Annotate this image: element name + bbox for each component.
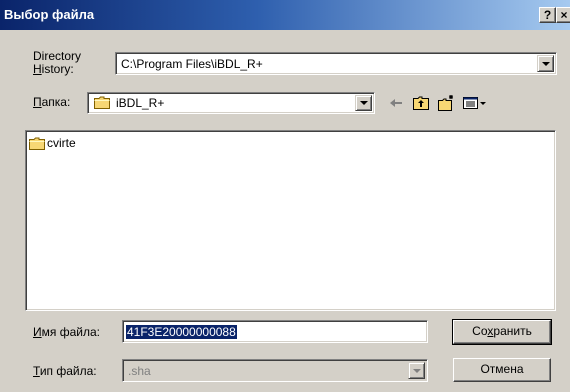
list-item-label: cvirte (47, 136, 76, 150)
directory-history-value: C:\Program Files\iBDL_R+ (121, 57, 263, 71)
view-menu-icon[interactable] (462, 94, 488, 112)
new-folder-icon[interactable] (437, 94, 455, 112)
file-list[interactable]: cvirte (25, 130, 556, 311)
cancel-label: Отмена (480, 362, 524, 376)
window-title: Выбор файла (4, 7, 95, 22)
directory-history-label-rest: istory: (41, 62, 74, 76)
directory-history-label: Directory History: (33, 50, 81, 76)
filename-input[interactable]: 41F3E20000000088 (122, 320, 428, 343)
back-arrow-icon[interactable] (387, 94, 405, 112)
folder-label-rest: апка: (41, 95, 71, 109)
filetype-dropdown-button[interactable] (408, 362, 425, 379)
folder-label-accel: П (33, 95, 42, 109)
save-button[interactable]: Сохранить (452, 319, 552, 345)
chevron-down-icon (413, 369, 421, 373)
directory-history-accel: H (33, 62, 42, 76)
cancel-button[interactable]: Отмена (453, 358, 551, 382)
folder-icon (94, 96, 110, 109)
filename-label: Имя файла: (33, 325, 100, 339)
filename-label-rest: мя файла: (41, 325, 100, 339)
filetype-label-rest: ип файла: (39, 364, 97, 378)
file-dialog: Выбор файла ? × Directory History: C:\Pr… (0, 0, 570, 392)
save-label-pre: Со (472, 324, 488, 338)
filetype-value: .sha (128, 364, 151, 378)
folder-icon (29, 137, 45, 150)
filetype-combo[interactable]: .sha (122, 359, 428, 382)
close-button[interactable]: × (556, 7, 570, 23)
save-label-post: ранить (493, 324, 532, 338)
filename-label-accel: И (33, 325, 42, 339)
help-icon: ? (543, 8, 552, 22)
title-bar[interactable]: Выбор файла ? × (0, 0, 570, 30)
filetype-label: Тип файла: (33, 364, 97, 378)
directory-history-combo[interactable]: C:\Program Files\iBDL_R+ (115, 52, 557, 75)
close-icon: × (560, 8, 568, 22)
folder-value: iBDL_R+ (116, 96, 165, 110)
help-button[interactable]: ? (539, 7, 556, 23)
chevron-down-icon (542, 62, 550, 66)
filetype-label-accel: Т (33, 364, 40, 378)
folder-label: Папка: (33, 95, 70, 109)
directory-history-dropdown-button[interactable] (537, 55, 554, 72)
up-folder-icon[interactable] (412, 94, 430, 112)
list-item[interactable]: cvirte (29, 136, 109, 152)
filename-value: 41F3E20000000088 (126, 325, 237, 339)
chevron-down-icon (360, 101, 368, 105)
folder-dropdown-button[interactable] (355, 95, 372, 111)
filename-selected-text: 41F3E20000000088 (126, 325, 237, 339)
directory-history-label-line2: History: (33, 63, 81, 76)
folder-combo[interactable]: iBDL_R+ (87, 92, 375, 114)
